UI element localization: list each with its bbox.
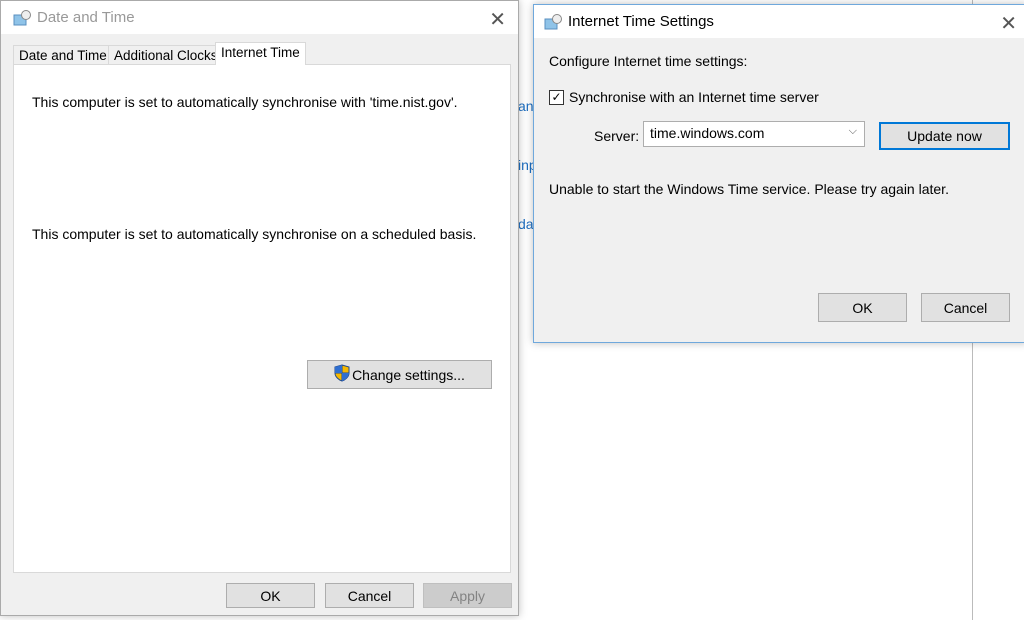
uac-shield-icon [334, 364, 350, 385]
internet-time-settings-dialog: Internet Time Settings ✕ Configure Inter… [533, 4, 1024, 343]
heading: Configure Internet time settings: [549, 53, 748, 69]
change-settings-button[interactable]: Change settings... [307, 360, 492, 389]
update-now-button[interactable]: Update now [879, 122, 1010, 150]
ok-button[interactable]: OK [226, 583, 315, 608]
title-bar: Date and Time ✕ [1, 1, 518, 34]
status-text: Unable to start the Windows Time service… [549, 181, 949, 197]
sync-checkbox-row[interactable]: ✓ Synchronise with an Internet time serv… [549, 89, 819, 105]
server-combobox[interactable]: time.windows.com ⌵ [643, 121, 865, 147]
tab-date-and-time[interactable]: Date and Time [13, 45, 113, 65]
checkbox-checked-icon[interactable]: ✓ [549, 89, 564, 105]
chevron-down-icon: ⌵ [848, 125, 857, 137]
close-icon[interactable]: ✕ [489, 7, 506, 32]
tab-panel: This computer is set to automatically sy… [13, 64, 511, 573]
dialog-title: Date and Time [37, 9, 135, 26]
date-time-dialog: Date and Time ✕ Date and Time Additional… [0, 0, 519, 616]
apply-button[interactable]: Apply [423, 583, 512, 608]
ok-button[interactable]: OK [818, 293, 907, 322]
close-icon[interactable]: ✕ [1000, 11, 1017, 36]
title-bar: Internet Time Settings ✕ [534, 5, 1024, 38]
background-link[interactable]: da [518, 216, 534, 232]
background-link[interactable]: an [518, 98, 534, 114]
clock-calendar-icon [544, 13, 562, 30]
cancel-button[interactable]: Cancel [921, 293, 1010, 322]
cancel-button[interactable]: Cancel [325, 583, 414, 608]
tab-internet-time[interactable]: Internet Time [215, 42, 306, 65]
sync-text: This computer is set to automatically sy… [32, 94, 458, 110]
tab-additional-clocks[interactable]: Additional Clocks [108, 45, 224, 65]
schedule-text: This computer is set to automatically sy… [32, 226, 477, 242]
dialog-title: Internet Time Settings [568, 13, 714, 30]
clock-calendar-icon [13, 9, 31, 26]
server-label: Server: [594, 128, 640, 144]
